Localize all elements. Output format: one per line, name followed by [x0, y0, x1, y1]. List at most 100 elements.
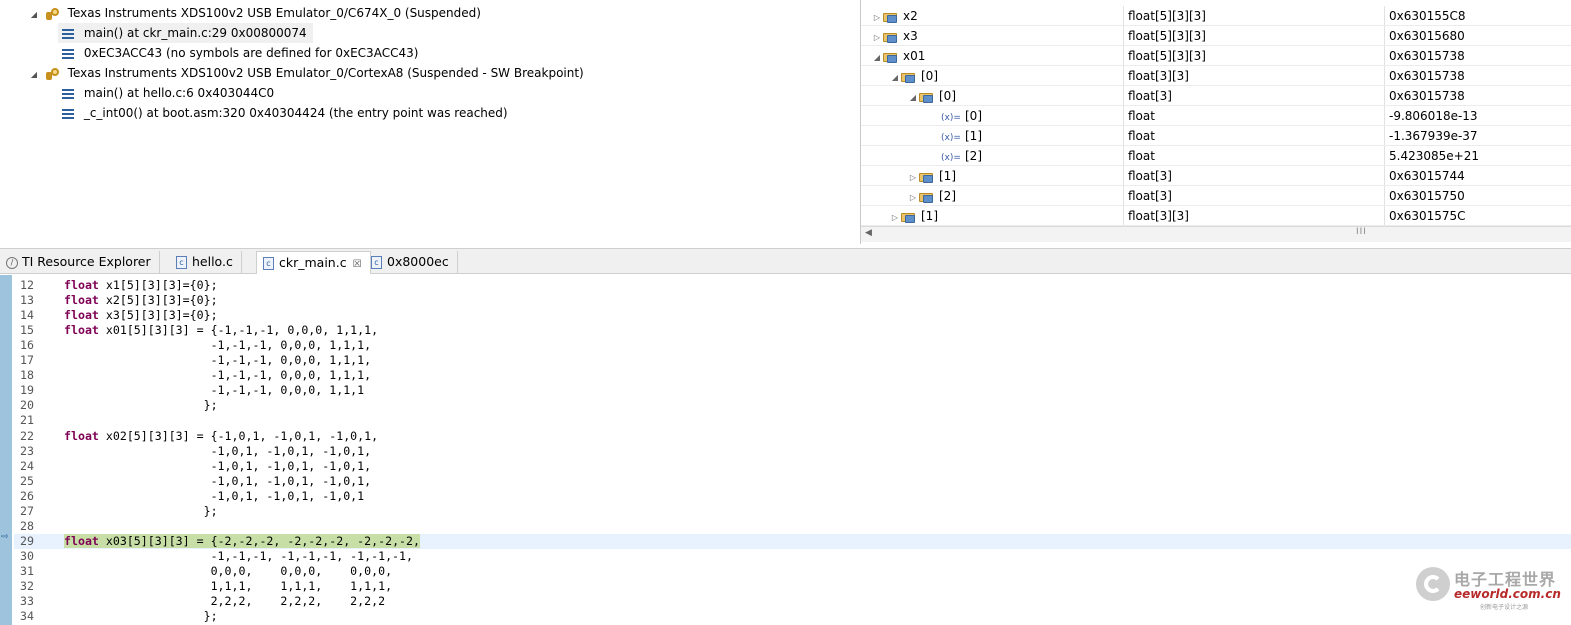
stack-frame-icon — [62, 108, 74, 119]
editor-tab-bar: / TI Resource Explorer c hello.c c ckr_main… — [0, 248, 1571, 274]
variable-value[interactable]: 0x63015738 — [1384, 66, 1571, 85]
line-number: 32 — [20, 579, 34, 593]
collapse-triangle-icon[interactable]: ◢ — [889, 68, 901, 88]
thread-icon — [45, 7, 60, 21]
variable-row[interactable]: (x)= [2] float 5.423085e+21 — [861, 146, 1571, 166]
expand-triangle-icon[interactable]: ▷ — [871, 8, 883, 28]
code-line[interactable]: 32 1,1,1, 1,1,1, 1,1,1, — [14, 579, 392, 594]
code-content: -1,-1,-1, 0,0,0, 1,1,1, — [64, 368, 372, 383]
editor-annotation-ruler[interactable] — [0, 275, 12, 625]
code-line[interactable]: 16 -1,-1,-1, 0,0,0, 1,1,1, — [14, 338, 371, 353]
stack-frame-c-int00[interactable]: _c_int00() at boot.asm:320 0x40304424 (t… — [58, 103, 508, 123]
code-line[interactable]: 31 0,0,0, 0,0,0, 0,0,0, — [14, 564, 392, 579]
variable-value[interactable]: -9.806018e-13 — [1384, 106, 1571, 125]
variable-value[interactable]: 5.423085e+21 — [1384, 146, 1571, 165]
line-number: 19 — [20, 383, 34, 398]
tab-ti-resource-explorer[interactable]: / TI Resource Explorer — [0, 251, 160, 274]
tab-ckr-main-c[interactable]: c ckr_main.c ☒ — [256, 251, 371, 274]
code-line[interactable]: 20 }; — [14, 398, 218, 413]
variable-value[interactable]: -1.367939e-37 — [1384, 126, 1571, 145]
code-line[interactable]: 23 -1,0,1, -1,0,1, -1,0,1, — [14, 444, 371, 459]
code-line[interactable]: 30 -1,-1,-1, -1,-1,-1, -1,-1,-1, — [14, 549, 413, 564]
code-line[interactable]: 25 -1,0,1, -1,0,1, -1,0,1, — [14, 474, 371, 489]
thread-row-c674x[interactable]: ◢ Texas Instruments XDS100v2 USB Emulato… — [28, 3, 481, 23]
code-line[interactable]: 27 }; — [14, 504, 218, 519]
scroll-thumb-grip[interactable]: III — [1356, 227, 1367, 237]
code-content: }; — [64, 503, 218, 518]
variable-row[interactable]: ◢ [0] float[3] 0x63015738 — [861, 86, 1571, 106]
array-folder-icon — [883, 31, 899, 43]
code-line[interactable]: 21 — [14, 413, 64, 428]
code-line[interactable]: 18 -1,-1,-1, 0,0,0, 1,1,1, — [14, 368, 371, 383]
code-line[interactable]: 17 -1,-1,-1, 0,0,0, 1,1,1, — [14, 353, 371, 368]
code-content: -1,0,1, -1,0,1, -1,0,1 — [64, 488, 365, 503]
variable-row[interactable]: ▷ x3 float[5][3][3] 0x63015680 — [861, 26, 1571, 46]
expand-triangle-icon[interactable]: ◢ — [28, 5, 40, 25]
code-line[interactable]: 15 float x01[5][3][3] = {-1,-1,-1, 0,0,0,… — [14, 323, 378, 338]
expand-triangle-icon[interactable]: ▷ — [907, 188, 919, 208]
variable-value[interactable]: 0x63015680 — [1384, 26, 1571, 45]
code-text: }; — [64, 398, 218, 412]
code-line[interactable]: 24 -1,0,1, -1,0,1, -1,0,1, — [14, 459, 371, 474]
code-line[interactable]: 29 float x03[5][3][3] = {-2,-2,-2, -2,-2,… — [14, 533, 420, 549]
variable-row[interactable]: (x)= [1] float -1.367939e-37 — [861, 126, 1571, 146]
variable-value[interactable]: 0x63015738 — [1384, 86, 1571, 105]
expand-triangle-icon[interactable]: ◢ — [28, 65, 40, 85]
variable-row[interactable]: ◢ [0] float[3][3] 0x63015738 — [861, 66, 1571, 86]
eeworld-logo-icon — [1416, 567, 1450, 601]
collapse-triangle-icon[interactable]: ◢ — [871, 48, 883, 68]
code-line[interactable]: 26 -1,0,1, -1,0,1, -1,0,1 — [14, 489, 364, 504]
variable-value[interactable]: 0x6301575C — [1384, 206, 1571, 225]
scroll-left-arrow-icon[interactable]: ◀ — [865, 228, 872, 238]
code-line[interactable]: 22 float x02[5][3][3] = {-1,0,1, -1,0,1, … — [14, 429, 378, 444]
variable-value[interactable]: 0x630155C8 — [1384, 6, 1571, 25]
tab-0x8000ec[interactable]: c 0x8000ec — [365, 251, 458, 274]
expand-triangle-icon[interactable]: ▷ — [889, 208, 901, 228]
line-number: 28 — [20, 518, 34, 533]
variable-row[interactable]: ▷ [1] float[3][3] 0x6301575C — [861, 206, 1571, 226]
variable-row[interactable]: ▷ [1] float[3] 0x63015744 — [861, 166, 1571, 186]
code-line[interactable]: 33 2,2,2, 2,2,2, 2,2,2 — [14, 594, 385, 609]
ti-resource-explorer-icon: / — [6, 256, 18, 269]
code-content: 2,2,2, 2,2,2, 2,2,2 — [64, 594, 386, 609]
code-text: -1,-1,-1, -1,-1,-1, -1,-1,-1, — [64, 549, 413, 563]
variable-row[interactable]: (x)= [0] float -9.806018e-13 — [861, 106, 1571, 126]
code-line[interactable]: 14 float x3[5][3][3]={0}; — [14, 308, 218, 323]
variable-value[interactable]: 0x63015750 — [1384, 186, 1571, 205]
variable-row[interactable]: ▷ [2] float[3] 0x63015750 — [861, 186, 1571, 206]
variable-row[interactable]: ◢ x01 float[5][3][3] 0x63015738 — [861, 46, 1571, 66]
stack-frame-main-ckr[interactable]: main() at ckr_main.c:29 0x00800074 — [58, 23, 313, 43]
stack-frame-unknown[interactable]: 0xEC3ACC43 (no symbols are defined for 0… — [58, 43, 418, 63]
close-tab-icon[interactable]: ☒ — [353, 254, 362, 276]
code-line[interactable]: 19 -1,-1,-1, 0,0,0, 1,1,1 — [14, 383, 364, 398]
variables-view: ▷ x2 float[5][3][3] 0x630155C8 ▷ x3 float[… — [860, 0, 1571, 244]
code-content: x2[5][3][3]={0}; — [98, 293, 218, 308]
thread-row-cortexa8[interactable]: ◢ Texas Instruments XDS100v2 USB Emulato… — [28, 63, 584, 83]
variable-name: [2] — [965, 149, 982, 163]
variable-value[interactable]: 0x63015738 — [1384, 46, 1571, 65]
horizontal-scrollbar[interactable]: ◀ III — [861, 226, 1571, 242]
tab-hello-c[interactable]: c hello.c — [170, 251, 242, 274]
line-number: 18 — [20, 368, 34, 383]
watermark-en-text: eeworld.com.cn — [1454, 587, 1561, 601]
code-line[interactable]: 28 — [14, 519, 64, 534]
line-number: 24 — [20, 458, 34, 473]
code-line[interactable]: 13 float x2[5][3][3]={0}; — [14, 293, 218, 308]
collapse-triangle-icon[interactable]: ◢ — [907, 88, 919, 108]
code-line[interactable]: 12 float x1[5][3][3]={0}; — [14, 278, 218, 293]
code-editor[interactable]: 12 float x1[5][3][3]={0}; 13 float x2[5][3]… — [0, 275, 1571, 625]
expand-triangle-icon[interactable]: ▷ — [907, 168, 919, 188]
code-line[interactable]: 34 }; — [14, 609, 218, 624]
variable-row[interactable]: ▷ x2 float[5][3][3] 0x630155C8 — [861, 6, 1571, 26]
code-text: float x1[5][3][3]={0}; — [64, 278, 218, 292]
code-content: x03[5][3][3] = {-2,-2,-2, -2,-2,-2, -2,-… — [98, 533, 420, 548]
line-number: 27 — [20, 503, 34, 518]
variable-name: [1] — [921, 209, 938, 223]
expand-triangle-icon[interactable]: ▷ — [871, 28, 883, 48]
code-content: x1[5][3][3]={0}; — [98, 278, 218, 292]
code-content: -1,-1,-1, -1,-1,-1, -1,-1,-1, — [64, 548, 414, 563]
frame-label: main() at hello.c:6 0x403044C0 — [83, 86, 275, 100]
stack-frame-main-hello[interactable]: main() at hello.c:6 0x403044C0 — [58, 83, 274, 103]
variable-value[interactable]: 0x63015744 — [1384, 166, 1571, 185]
code-content: -1,-1,-1, 0,0,0, 1,1,1, — [64, 338, 372, 353]
